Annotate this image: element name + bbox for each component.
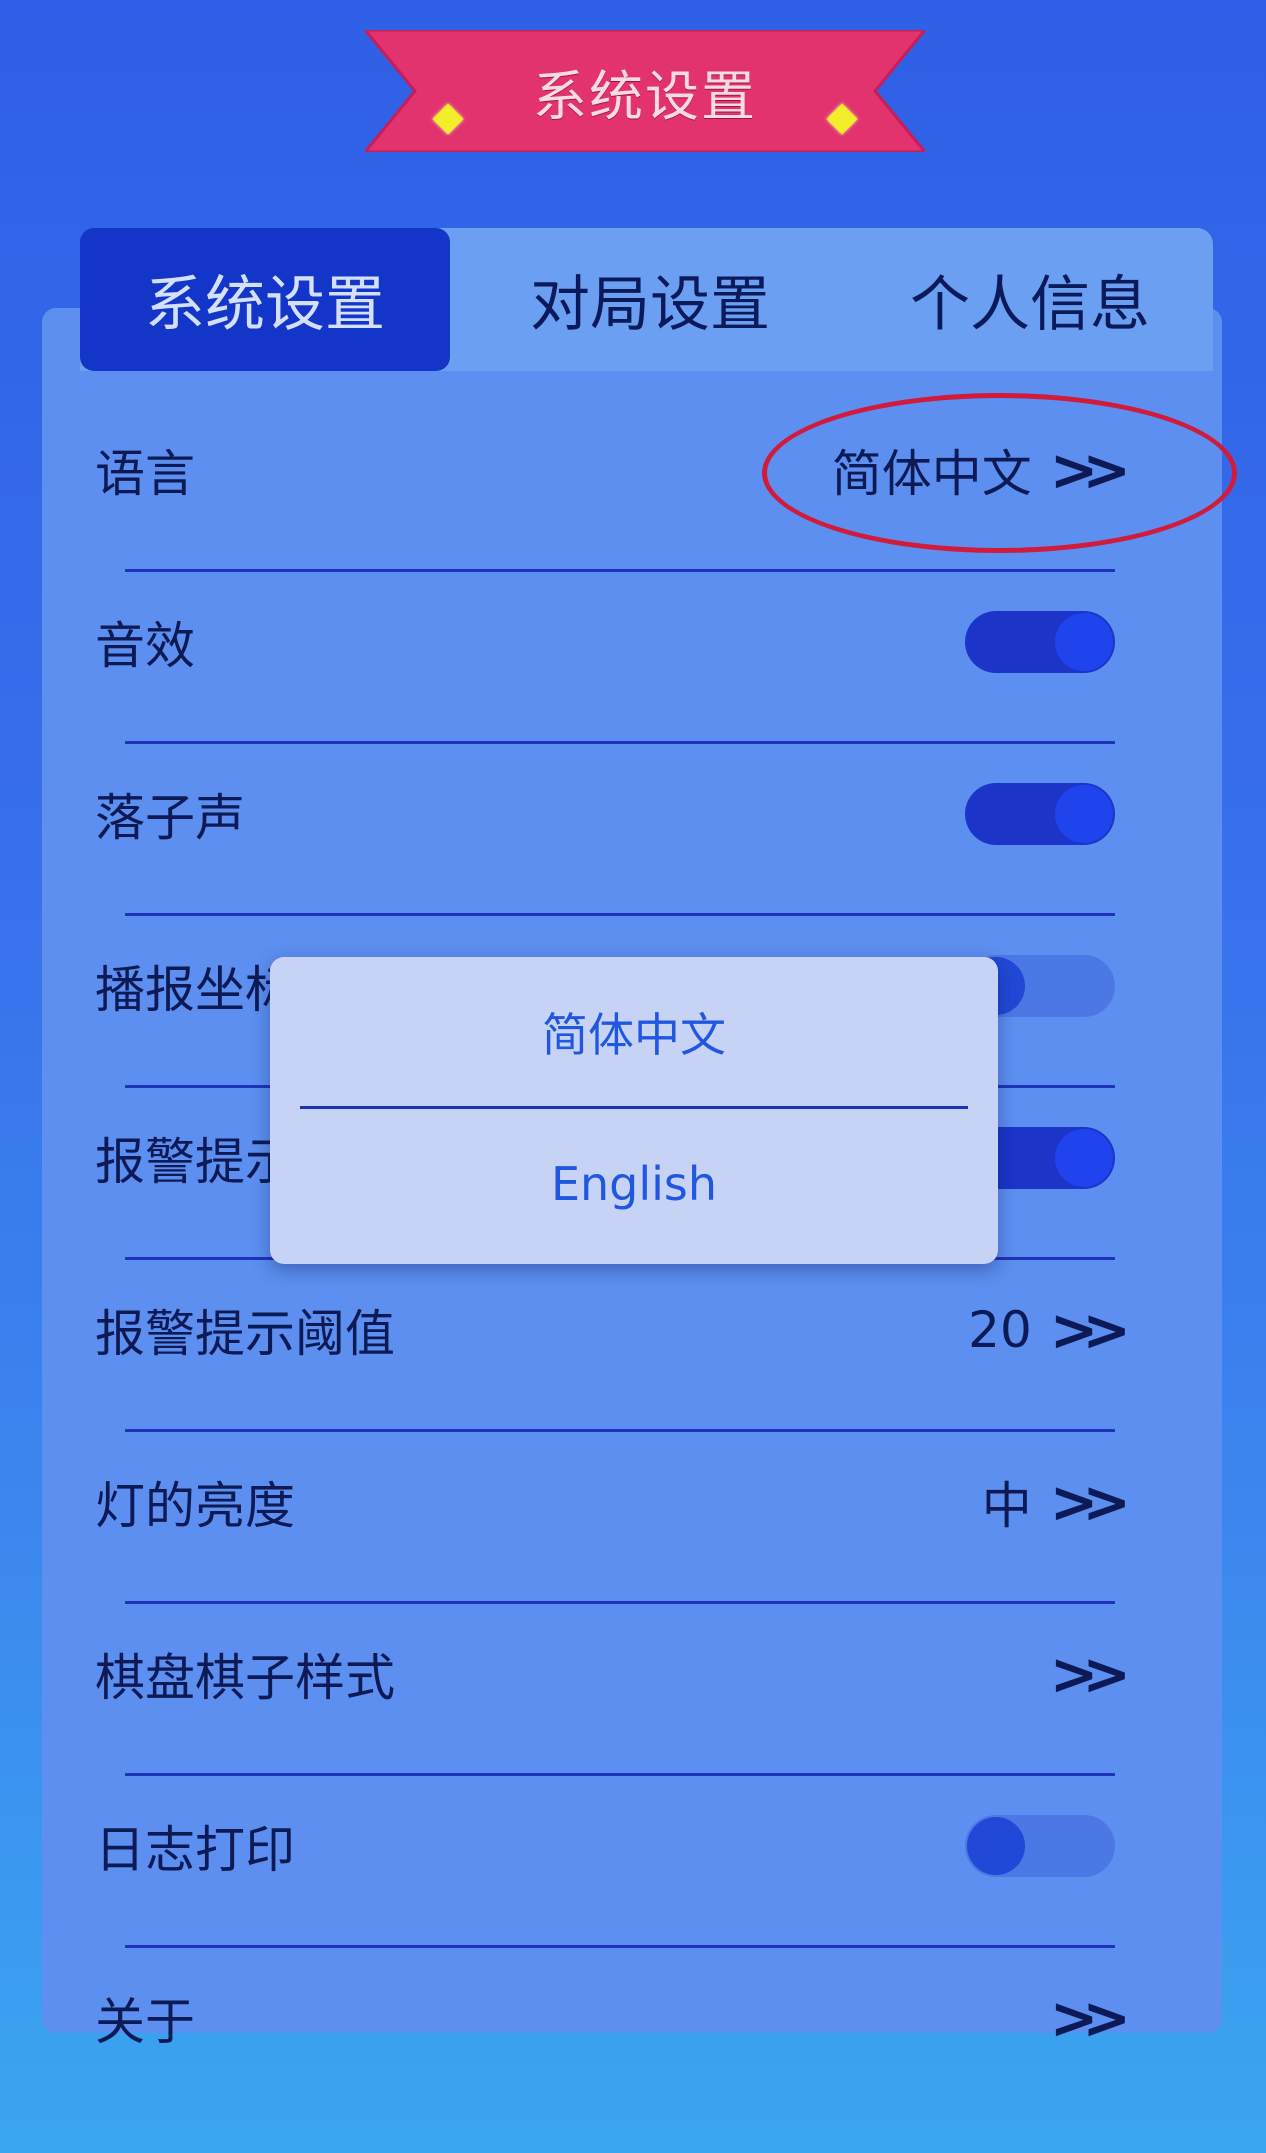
setting-label: 关于 — [95, 1993, 195, 2051]
setting-value: 20 — [968, 1301, 1032, 1359]
tab-bar: 系统设置 对局设置 个人信息 — [80, 228, 1213, 371]
language-popup: 简体中文 English — [270, 957, 998, 1264]
toggle-knob — [967, 1817, 1025, 1875]
tab-personal-info[interactable]: 个人信息 — [860, 228, 1200, 371]
tab-game-settings[interactable]: 对局设置 — [480, 228, 820, 371]
double-chevron-right-icon[interactable]: >> — [1050, 1640, 1131, 1708]
setting-row-log-printing[interactable]: 日志打印 — [95, 1776, 1115, 1948]
double-chevron-right-icon[interactable]: >> — [1050, 1296, 1131, 1364]
setting-row-about[interactable]: 关于 >> — [95, 1948, 1131, 2088]
toggle-knob — [1055, 1129, 1113, 1187]
setting-label: 落子声 — [95, 789, 245, 847]
setting-row-light-brightness[interactable]: 灯的亮度 中 >> — [95, 1432, 1131, 1604]
setting-label: 棋盘棋子样式 — [95, 1649, 395, 1707]
setting-row-board-piece-style[interactable]: 棋盘棋子样式 >> — [95, 1604, 1131, 1776]
setting-row-language[interactable]: 语言 简体中文 >> — [95, 400, 1131, 572]
setting-row-sound-effects[interactable]: 音效 — [95, 572, 1115, 744]
setting-label: 日志打印 — [95, 1821, 295, 1879]
setting-row-move-sound[interactable]: 落子声 — [95, 744, 1115, 916]
setting-label: 报警提示阈值 — [95, 1305, 395, 1363]
double-chevron-right-icon[interactable]: >> — [1050, 436, 1131, 504]
setting-label: 灯的亮度 — [95, 1477, 295, 1535]
setting-row-alarm-threshold[interactable]: 报警提示阈值 20 >> — [95, 1260, 1131, 1432]
toggle-knob — [1055, 613, 1113, 671]
log-printing-toggle[interactable] — [965, 1815, 1115, 1877]
page-title: 系统设置 — [533, 64, 757, 128]
header-ribbon: 系统设置 — [365, 30, 925, 152]
setting-value: 简体中文 — [831, 445, 1032, 503]
double-chevron-right-icon[interactable]: >> — [1050, 1468, 1131, 1536]
move-sound-toggle[interactable] — [965, 783, 1115, 845]
language-option-chinese[interactable]: 简体中文 — [270, 957, 998, 1107]
setting-label: 报警提示 — [95, 1133, 295, 1191]
setting-label: 播报坐标 — [95, 961, 295, 1019]
setting-label: 语言 — [95, 445, 195, 503]
sound-effects-toggle[interactable] — [965, 611, 1115, 673]
language-option-english[interactable]: English — [270, 1109, 998, 1259]
double-chevron-right-icon[interactable]: >> — [1050, 1984, 1131, 2052]
setting-label: 音效 — [95, 617, 195, 675]
setting-value: 中 — [981, 1477, 1032, 1535]
toggle-knob — [1055, 785, 1113, 843]
tab-system-settings[interactable]: 系统设置 — [80, 228, 450, 371]
